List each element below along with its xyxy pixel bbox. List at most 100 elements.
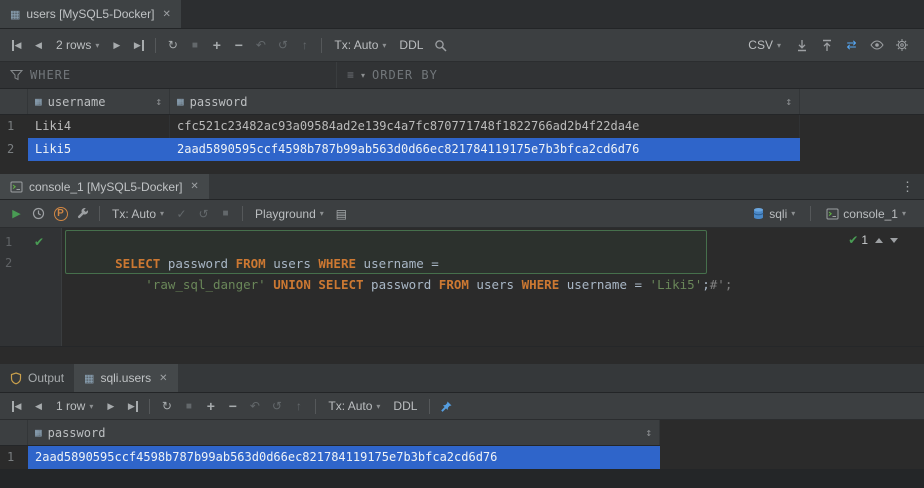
tx-mode-dropdown[interactable]: Tx: Auto ▾ <box>322 396 386 416</box>
stop-icon[interactable]: ■ <box>184 35 205 55</box>
separator <box>321 38 322 53</box>
stop-icon[interactable]: ■ <box>215 204 236 224</box>
more-options-icon[interactable]: ⋮ <box>891 179 924 195</box>
wrench-icon[interactable] <box>72 204 93 224</box>
grid-toolbar-right: CSV ▾ ⇄ <box>742 35 918 55</box>
navigate-down-icon[interactable] <box>890 238 898 243</box>
tab-sqli-users-result[interactable]: ▦ sqli.users ✕ <box>74 364 177 392</box>
grid-header-gutter <box>0 89 28 114</box>
bottom-filler <box>0 469 924 488</box>
close-icon[interactable]: ✕ <box>190 181 198 192</box>
commit-icon[interactable]: ✓ <box>171 204 192 224</box>
refresh-icon[interactable]: ↻ <box>162 35 183 55</box>
where-filter-input[interactable]: WHERE <box>0 62 337 88</box>
refresh-icon[interactable]: ↻ <box>156 396 177 416</box>
prev-page-button[interactable]: ◀ <box>28 396 49 416</box>
revert-icon[interactable]: ↺ <box>266 396 287 416</box>
table-row-selected[interactable]: 2 Liki5 2aad5890595ccf4598b787b99ab563d0… <box>0 138 924 161</box>
profiler-icon[interactable]: P <box>50 204 71 224</box>
tab-console[interactable]: console_1 [MySQL5-Docker] ✕ <box>0 174 209 199</box>
page-size-dropdown[interactable]: 1 row ▾ <box>50 396 99 416</box>
import-data-icon[interactable] <box>816 35 837 55</box>
grid-filter-bar: WHERE ≡ ▾ ORDER BY <box>0 62 924 89</box>
cell-password[interactable]: 2aad5890595ccf4598b787b99ab563d0d66ec821… <box>28 446 660 469</box>
row-number: 1 <box>0 446 28 469</box>
cell-password[interactable]: 2aad5890595ccf4598b787b99ab563d0d66ec821… <box>170 138 800 161</box>
delete-row-button[interactable]: − <box>228 35 249 55</box>
execution-result-widget: ✔ 1 <box>848 233 898 247</box>
page-size-dropdown[interactable]: 2 rows ▾ <box>50 35 105 55</box>
close-icon[interactable]: ✕ <box>162 9 170 20</box>
output-tab-bar: Output ▦ sqli.users ✕ <box>0 364 924 393</box>
column-header-password[interactable]: ▦ password ↕ <box>170 89 800 114</box>
line-number: 1 <box>0 232 16 253</box>
column-header-username[interactable]: ▦ username ↕ <box>28 89 170 114</box>
cell-password[interactable]: cfc521c23482ac93a09584ad2e139c4a7fc87077… <box>170 115 800 138</box>
compare-icon[interactable]: ⇄ <box>841 35 862 55</box>
undo-icon[interactable]: ↶ <box>250 35 271 55</box>
tx-mode-label: Tx: Auto <box>334 38 378 52</box>
next-page-button[interactable]: ▶ <box>100 396 121 416</box>
view-options-eye-icon[interactable] <box>866 35 887 55</box>
table-icon: ▦ <box>10 8 20 21</box>
tx-mode-label: Tx: Auto <box>328 399 372 413</box>
next-page-button[interactable]: ▶ <box>106 35 127 55</box>
sql-keyword: FROM <box>439 277 469 292</box>
add-row-button[interactable]: + <box>206 35 227 55</box>
last-page-button[interactable]: ▶ <box>128 35 149 55</box>
code-line-1[interactable]: SELECT password FROM users WHERE usernam… <box>70 232 439 253</box>
add-row-button[interactable]: + <box>200 396 221 416</box>
sort-icon[interactable]: ↕ <box>645 426 652 439</box>
search-icon[interactable] <box>430 35 451 55</box>
submit-icon[interactable]: ↑ <box>294 35 315 55</box>
cell-username[interactable]: Liki4 <box>28 115 170 138</box>
code-line-2[interactable]: 'raw_sql_danger' UNION SELECT password F… <box>70 253 732 274</box>
sql-keyword: UNION SELECT <box>273 277 363 292</box>
run-button[interactable]: ▶ <box>6 204 27 224</box>
undo-icon[interactable]: ↶ <box>244 396 265 416</box>
ddl-button[interactable]: DDL <box>393 35 429 55</box>
last-page-button[interactable]: ▶ <box>122 396 143 416</box>
tab-label: users [MySQL5-Docker] <box>26 7 154 21</box>
table-row[interactable]: 1 Liki4 cfc521c23482ac93a09584ad2e139c4a… <box>0 115 924 138</box>
cell-username[interactable]: Liki5 <box>28 138 170 161</box>
output-layout-icon[interactable]: ▤ <box>331 204 352 224</box>
filter-funnel-icon <box>10 69 23 81</box>
revert-icon[interactable]: ↺ <box>272 35 293 55</box>
export-format-dropdown[interactable]: CSV ▾ <box>742 35 787 55</box>
tab-users-table[interactable]: ▦ users [MySQL5-Docker] ✕ <box>0 0 181 28</box>
rollback-icon[interactable]: ↺ <box>193 204 214 224</box>
panel-splitter[interactable] <box>0 346 924 364</box>
console-session-dropdown[interactable]: console_1 ▾ <box>820 204 912 224</box>
column-header-password[interactable]: ▦ password ↕ <box>28 420 660 445</box>
close-icon[interactable]: ✕ <box>159 373 167 384</box>
sql-editor[interactable]: 1 ✔ 2 SELECT password FROM users WHERE u… <box>0 228 924 346</box>
tab-output[interactable]: Output <box>0 364 74 392</box>
tx-mode-dropdown[interactable]: Tx: Auto ▾ <box>328 35 392 55</box>
tx-mode-dropdown[interactable]: Tx: Auto ▾ <box>106 204 170 224</box>
first-page-button[interactable]: ◀ <box>6 396 27 416</box>
sort-icon[interactable]: ↕ <box>155 95 162 108</box>
navigate-up-icon[interactable] <box>875 238 883 243</box>
order-by-filter-input[interactable]: ≡ ▾ ORDER BY <box>337 62 448 88</box>
schema-dropdown[interactable]: sqli ▾ <box>746 204 801 224</box>
sort-icon[interactable]: ↕ <box>785 95 792 108</box>
settings-gear-icon[interactable] <box>891 35 912 55</box>
chevron-down-icon: ▾ <box>160 209 164 218</box>
sql-string: 'Liki5' <box>650 277 703 292</box>
column-name: password <box>48 426 106 440</box>
ddl-button[interactable]: DDL <box>387 396 423 416</box>
delete-row-button[interactable]: − <box>222 396 243 416</box>
export-data-icon[interactable] <box>791 35 812 55</box>
submit-icon[interactable]: ↑ <box>288 396 309 416</box>
console-toolbar: ▶ P Tx: Auto ▾ ✓ ↺ ■ Playground ▾ ▤ sqli <box>0 200 924 228</box>
playground-dropdown[interactable]: Playground ▾ <box>249 204 330 224</box>
pin-tab-icon[interactable] <box>436 396 457 416</box>
history-clock-icon[interactable] <box>28 204 49 224</box>
table-row-selected[interactable]: 1 2aad5890595ccf4598b787b99ab563d0d66ec8… <box>0 446 924 469</box>
separator <box>429 399 430 414</box>
stop-icon[interactable]: ■ <box>178 396 199 416</box>
column-name: username <box>48 95 106 109</box>
prev-page-button[interactable]: ◀ <box>28 35 49 55</box>
first-page-button[interactable]: ◀ <box>6 35 27 55</box>
